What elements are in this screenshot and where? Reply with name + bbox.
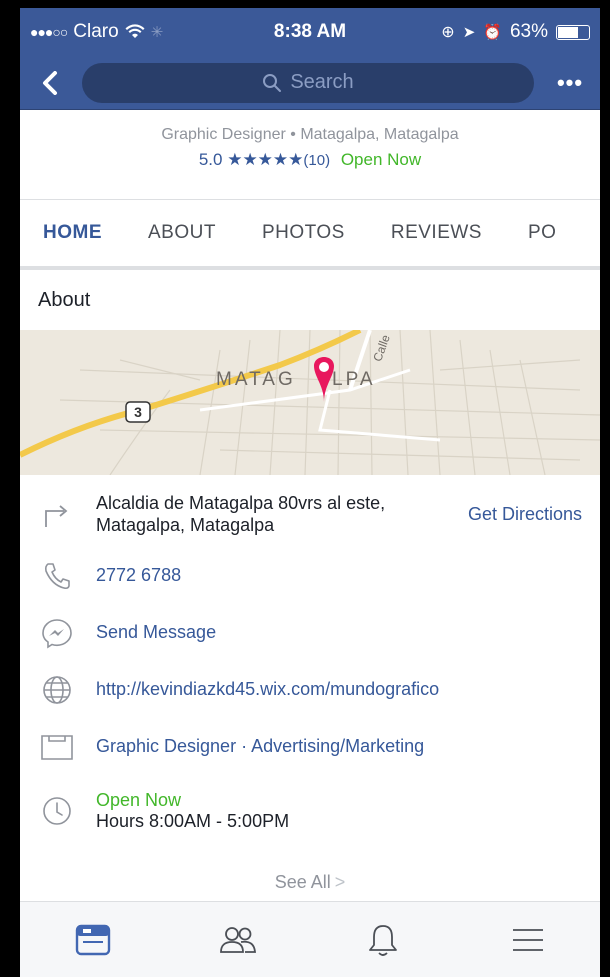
active-tab-indicator <box>20 266 136 270</box>
category-row[interactable]: Graphic Designer · Advertising/Marketing <box>20 718 600 775</box>
location-map[interactable]: 3 MATAG LPA Calle <box>20 330 600 475</box>
hours-row[interactable]: Open Now Hours 8:00AM - 5:00PM <box>20 775 600 847</box>
bottom-tab-bar <box>20 901 600 977</box>
rating-score: 5.0 <box>198 150 223 169</box>
hours-info: Open Now Hours 8:00AM - 5:00PM <box>96 790 582 832</box>
phone-number: 2772 6788 <box>96 565 182 585</box>
status-bar: ●●●○○ Claro ✳ 8:38 AM ⊕ ➤ ⏰ 63% <box>20 8 600 56</box>
search-icon <box>263 73 282 92</box>
map-graphic: 3 MATAG LPA Calle <box>20 330 600 475</box>
map-city-label-right: LPA <box>332 369 376 390</box>
hours-open-status: Open Now <box>96 790 182 810</box>
globe-icon <box>38 671 76 709</box>
website-link: http://kevindiazkd45.wix.com/mundografic… <box>96 679 440 699</box>
signal-icon: ●●●○○ <box>30 24 68 40</box>
notifications-tab[interactable] <box>353 915 413 965</box>
get-directions-link[interactable]: Get Directions <box>468 504 582 525</box>
friends-tab[interactable] <box>208 915 268 965</box>
page-subtitle: Graphic Designer • Matagalpa, Matagalpa <box>161 126 459 143</box>
friends-icon <box>219 926 256 953</box>
send-message-link: Send Message <box>96 622 217 642</box>
battery-percent: 63% <box>509 21 548 42</box>
address-row[interactable]: Alcaldia de Matagalpa 80vrs al este, Mat… <box>20 481 600 547</box>
back-button[interactable] <box>30 70 70 95</box>
news-feed-tab[interactable] <box>63 915 123 965</box>
about-heading: About <box>38 288 91 311</box>
chevron-right-icon: > <box>334 872 346 892</box>
phone-screen: ●●●○○ Claro ✳ 8:38 AM ⊕ ➤ ⏰ 63% Search •… <box>20 8 600 977</box>
tab-reviews[interactable]: REVIEWS <box>368 222 505 244</box>
alarm-icon: ⏰ <box>483 24 502 41</box>
see-all-label: See All <box>274 872 331 892</box>
wifi-icon <box>125 24 145 38</box>
address-text: Alcaldia de Matagalpa 80vrs al este, Mat… <box>96 493 386 535</box>
about-info-list: Alcaldia de Matagalpa 80vrs al este, Mat… <box>20 475 600 847</box>
messenger-icon <box>38 614 76 652</box>
tab-posts[interactable]: PO <box>505 222 579 244</box>
clock-icon <box>38 792 76 830</box>
search-input[interactable]: Search <box>82 62 534 103</box>
category-text: Graphic Designer · Advertising/Marketing <box>96 736 425 756</box>
carrier-name: Claro <box>73 21 119 42</box>
website-row[interactable]: http://kevindiazkd45.wix.com/mundografic… <box>20 661 600 718</box>
battery-icon <box>556 24 590 40</box>
location-icon: ➤ <box>462 24 476 41</box>
menu-tab[interactable] <box>498 915 558 965</box>
rating-stars: ★★★★★ <box>227 150 304 169</box>
category-folder-icon <box>38 728 76 766</box>
hours-text: Hours 8:00AM - 5:00PM <box>96 811 290 831</box>
nav-bar: Search ••• <box>20 56 600 110</box>
status-right: ⊕ ➤ ⏰ 63% <box>441 21 590 43</box>
open-status: Open Now <box>340 150 422 169</box>
phone-icon <box>38 557 76 595</box>
hamburger-menu-icon <box>512 928 543 951</box>
tab-home[interactable]: HOME <box>20 222 125 244</box>
tab-about[interactable]: ABOUT <box>125 222 239 244</box>
bell-icon <box>368 924 397 956</box>
status-time: 8:38 AM <box>273 21 347 42</box>
more-button[interactable]: ••• <box>550 70 590 96</box>
message-row[interactable]: Send Message <box>20 604 600 661</box>
phone-row[interactable]: 2772 6788 <box>20 547 600 604</box>
news-feed-icon <box>75 924 110 955</box>
carrier-info: ●●●○○ Claro ✳ <box>30 21 163 43</box>
page-header: Graphic Designer • Matagalpa, Matagalpa … <box>20 110 600 200</box>
review-count: (10) <box>303 152 331 169</box>
map-city-label-left: MATAG <box>216 369 296 390</box>
rotation-lock-icon: ⊕ <box>441 24 455 41</box>
loading-icon: ✳ <box>150 24 164 41</box>
route-number: 3 <box>134 404 142 420</box>
directions-icon <box>38 495 76 533</box>
search-placeholder: Search <box>290 71 354 93</box>
tab-photos[interactable]: PHOTOS <box>239 222 368 244</box>
page-tabs: HOME ABOUT PHOTOS REVIEWS PO <box>20 200 600 270</box>
chevron-left-icon <box>43 70 57 95</box>
page-rating[interactable]: 5.0 ★★★★★(10) Open Now <box>20 150 600 170</box>
